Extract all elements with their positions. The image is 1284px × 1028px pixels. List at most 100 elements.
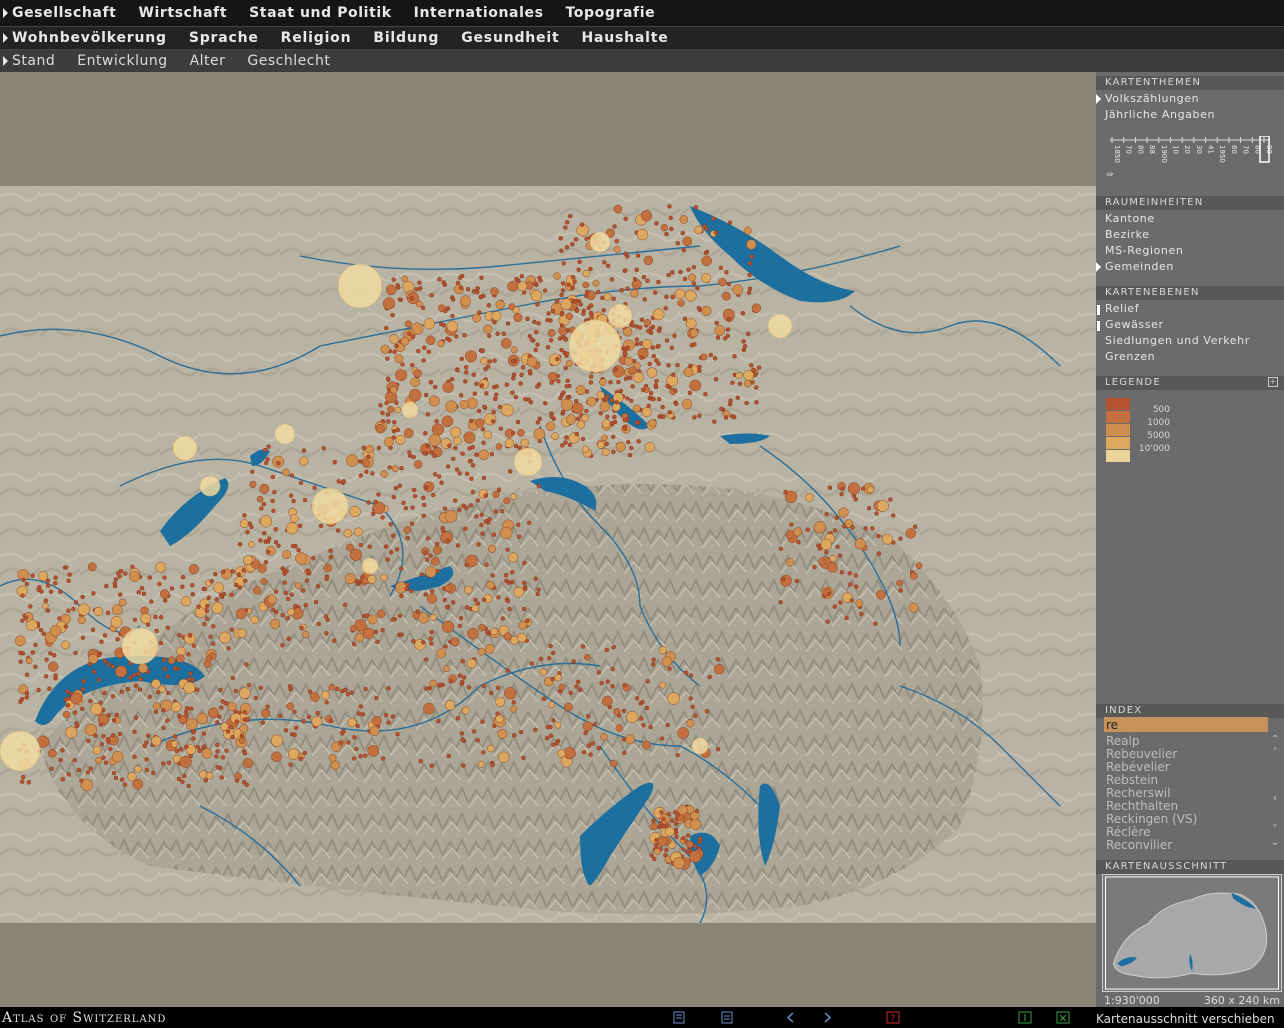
settlement-dot xyxy=(713,230,719,235)
index-result[interactable]: Reckingen (VS) xyxy=(1106,812,1197,826)
settlement-dot xyxy=(657,396,662,402)
settlement-dot xyxy=(385,557,390,562)
settlement-dot xyxy=(352,756,357,761)
index-result[interactable]: Recherswil xyxy=(1106,786,1170,800)
nav3-alter[interactable]: Alter xyxy=(190,53,226,69)
settlement-dot xyxy=(568,213,573,219)
nav2-sprache[interactable]: Sprache xyxy=(189,30,259,46)
settlement-dot xyxy=(511,372,517,378)
settlement-dot xyxy=(545,345,551,350)
nav3-stand[interactable]: Stand xyxy=(12,53,55,69)
settlement-dot xyxy=(461,675,467,680)
settlement-dot xyxy=(44,657,49,662)
kartenebenen-siedlungen-verkehr[interactable]: Siedlungen und Verkehr xyxy=(1105,334,1250,347)
nav2-religion[interactable]: Religion xyxy=(281,30,352,46)
settlement-dot xyxy=(853,573,859,578)
scroll-left-icon[interactable]: ‹ xyxy=(1268,793,1282,805)
kartenthemen-volkszaehlungen[interactable]: Volkszählungen xyxy=(1105,92,1199,105)
settlement-dot xyxy=(475,498,480,503)
settlement-dot xyxy=(117,574,122,579)
settlement-dot xyxy=(214,754,219,759)
settlement-dot xyxy=(41,602,49,610)
settlement-dot xyxy=(191,643,197,648)
raumeinheiten-bezirke[interactable]: Bezirke xyxy=(1105,228,1150,241)
index-result[interactable]: Rebévelier xyxy=(1106,760,1170,774)
settlement-dot xyxy=(589,314,594,319)
settlement-dot xyxy=(298,480,304,485)
index-result[interactable]: Rebeuvelier xyxy=(1106,747,1177,761)
index-result[interactable]: Rechthalten xyxy=(1106,799,1178,813)
index-result[interactable]: Rebstein xyxy=(1106,773,1158,787)
legend-expand-icon[interactable]: + xyxy=(1268,377,1278,387)
settlement-dot xyxy=(500,526,513,540)
settlement-dot xyxy=(280,613,285,618)
settlement-dot xyxy=(429,293,434,298)
map-area[interactable] xyxy=(0,72,1096,1007)
nav2-haushalte[interactable]: Haushalte xyxy=(581,30,668,46)
kartenebenen-relief[interactable]: Relief xyxy=(1105,302,1139,315)
nav1-gesellschaft[interactable]: Gesellschaft xyxy=(12,5,116,21)
settlement-dot xyxy=(630,289,639,298)
help-icon[interactable]: ? xyxy=(886,1011,900,1024)
settlement-dot xyxy=(145,622,151,627)
raumeinheiten-kantone[interactable]: Kantone xyxy=(1105,212,1155,225)
settlement-dot xyxy=(674,401,679,407)
print-icon[interactable] xyxy=(672,1011,686,1024)
settlement-dot xyxy=(573,237,579,242)
settlement-dot xyxy=(265,704,270,709)
document-icon[interactable] xyxy=(720,1011,734,1024)
timeline-play-icon[interactable]: ⇛ xyxy=(1106,170,1120,180)
scroll-up-icon[interactable]: ˄ xyxy=(1268,747,1282,759)
raumeinheiten-gemeinden[interactable]: Gemeinden xyxy=(1105,260,1174,273)
raumeinheiten-ms-regionen[interactable]: MS-Regionen xyxy=(1105,244,1183,257)
back-icon[interactable] xyxy=(784,1011,798,1024)
settlement-dot xyxy=(665,383,670,389)
settlement-dot xyxy=(560,398,574,411)
settlement-dot xyxy=(625,396,630,401)
settlement-dot xyxy=(611,434,616,439)
settlement-dot xyxy=(876,533,881,539)
nav1-staat-politik[interactable]: Staat und Politik xyxy=(249,5,392,21)
scroll-top-icon[interactable]: ⌃ xyxy=(1268,734,1282,746)
index-search-input[interactable] xyxy=(1104,717,1268,732)
kartenebenen-grenzen[interactable]: Grenzen xyxy=(1105,350,1155,363)
nav3-geschlecht[interactable]: Geschlecht xyxy=(247,53,330,69)
settlement-dot xyxy=(539,656,544,662)
settlement-dot xyxy=(443,308,448,314)
scroll-bottom-icon[interactable]: ⌄ xyxy=(1268,837,1282,849)
settlement-dot xyxy=(425,443,430,448)
settlement-dot xyxy=(72,710,78,715)
nav2-gesundheit[interactable]: Gesundheit xyxy=(461,30,559,46)
settlement-dot xyxy=(575,679,581,685)
settlement-dot xyxy=(533,576,538,581)
settlement-dot xyxy=(551,718,556,723)
switzerland-map[interactable] xyxy=(0,186,1096,923)
settlement-dot xyxy=(79,778,84,783)
scroll-down-icon[interactable]: ˅ xyxy=(1268,824,1282,836)
settlement-dot xyxy=(548,701,555,709)
settlement-dot xyxy=(744,400,749,406)
close-icon[interactable] xyxy=(1056,1011,1070,1024)
kartenthemen-jaehrliche-angaben[interactable]: Jährliche Angaben xyxy=(1105,108,1215,121)
year-timeline[interactable]: 1850 70 80 88 1900 10 20 30 41 1950 60 70 80 90 xyxy=(1104,136,1274,166)
settlement-dot xyxy=(613,204,623,214)
index-result[interactable]: Realp xyxy=(1106,734,1140,748)
nav1-topografie[interactable]: Topografie xyxy=(566,5,656,21)
settlement-dot xyxy=(521,755,526,761)
nav1-internationales[interactable]: Internationales xyxy=(414,5,544,21)
settlement-dot xyxy=(508,552,518,563)
settlement-dot xyxy=(388,522,393,527)
nav1-wirtschaft[interactable]: Wirtschaft xyxy=(138,5,227,21)
forward-icon[interactable] xyxy=(820,1011,834,1024)
nav3-entwicklung[interactable]: Entwicklung xyxy=(77,53,167,69)
settlement-dot xyxy=(854,584,859,589)
nav2-bildung[interactable]: Bildung xyxy=(373,30,439,46)
index-result[interactable]: Réclère xyxy=(1106,825,1151,839)
nav2-wohnbevoelkerung[interactable]: Wohnbevölkerung xyxy=(12,30,167,46)
window-icon[interactable] xyxy=(1018,1011,1032,1024)
overview-map[interactable] xyxy=(1102,874,1282,992)
kartenebenen-gewaesser[interactable]: Gewässer xyxy=(1105,318,1164,331)
settlement-dot xyxy=(391,277,396,282)
settlement-dot xyxy=(186,652,191,657)
index-result[interactable]: Reconvilier xyxy=(1106,838,1172,852)
